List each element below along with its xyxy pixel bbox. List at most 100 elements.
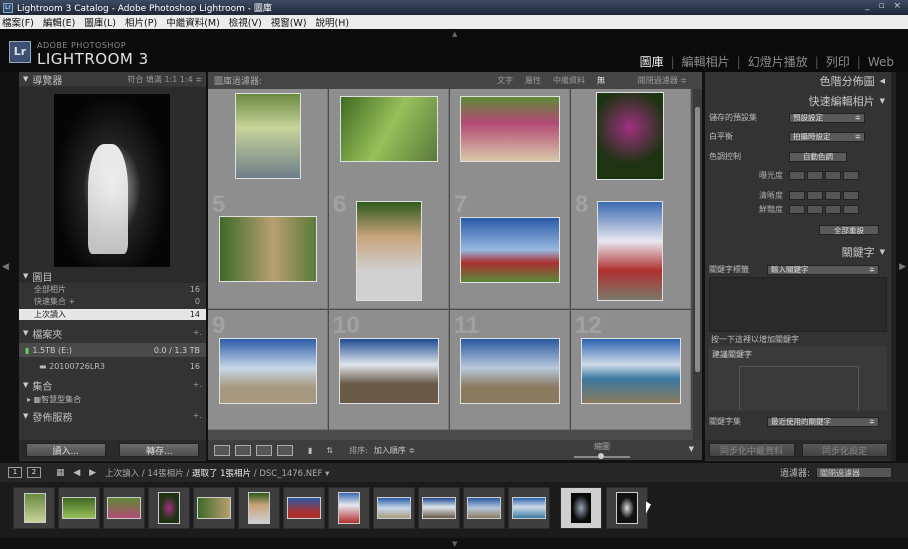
right-panel-scrollbar[interactable] <box>891 72 896 461</box>
module-develop[interactable]: 編輯相片 <box>682 53 730 70</box>
right-panel-toggle-icon[interactable]: ▶ <box>899 262 906 272</box>
filter-preset[interactable]: 關閉過濾器 ≑ <box>638 75 687 86</box>
white-balance-select[interactable]: 拍攝時設定 ≑ <box>789 131 865 142</box>
secondary-display-button[interactable]: 2 <box>27 467 41 478</box>
volume-row[interactable]: ▮ 1.5TB (E:) 0.0 / 1.3 TB <box>19 343 206 357</box>
step-button[interactable] <box>807 191 823 200</box>
catalog-quick-collection[interactable]: 快速集合 + 0 <box>19 296 206 307</box>
step-button[interactable] <box>843 191 859 200</box>
grid-thumbnail[interactable] <box>581 338 681 404</box>
filmstrip-thumb[interactable] <box>193 487 235 529</box>
add-folder-icon[interactable]: +. <box>193 328 202 337</box>
filter-text[interactable]: 文字 <box>497 75 513 86</box>
filmstrip-thumb[interactable] <box>508 487 550 529</box>
menu-window[interactable]: 視窗(W) <box>271 15 307 29</box>
step-button[interactable] <box>825 171 841 180</box>
filmstrip-source[interactable]: 上次讀入 / 14張相片 / 選取了 1張相片 / DSC_1476.NEF ▾ <box>105 467 329 479</box>
filter-none[interactable]: 無 <box>597 75 605 86</box>
step-button[interactable] <box>789 205 805 214</box>
menu-metadata[interactable]: 中繼資料(M) <box>166 15 220 29</box>
step-button[interactable] <box>825 191 841 200</box>
menu-help[interactable]: 說明(H) <box>316 15 350 29</box>
left-panel-toggle-icon[interactable]: ◀ <box>2 262 9 272</box>
sync-metadata-button[interactable]: 同步化中繼資料 <box>708 443 795 457</box>
filmstrip-thumb[interactable] <box>58 487 100 529</box>
step-button[interactable] <box>789 171 805 180</box>
grid-thumbnail[interactable] <box>460 217 560 283</box>
grid-view-icon[interactable] <box>214 444 230 456</box>
navigator-preview[interactable] <box>19 87 206 283</box>
grid-cell[interactable]: 7 <box>450 189 570 309</box>
module-library[interactable]: 圖庫 <box>640 53 664 70</box>
keywording-header[interactable]: 關鍵字 ▼ <box>705 244 891 259</box>
keyword-set-select[interactable]: 最近使用的關鍵字 ≑ <box>767 416 879 427</box>
grid-cell[interactable]: 12 <box>571 310 691 430</box>
grid-cell[interactable]: 8 <box>571 189 691 309</box>
grid-thumbnail[interactable] <box>597 201 663 301</box>
filmstrip-thumb[interactable] <box>373 487 415 529</box>
step-button[interactable] <box>843 205 859 214</box>
grid-thumbnail[interactable] <box>460 338 560 404</box>
grid-scrollbar[interactable] <box>693 89 702 440</box>
bottom-panel-toggle-icon[interactable]: ▼ <box>452 540 457 548</box>
grid-thumbnail[interactable] <box>596 92 664 180</box>
folders-header[interactable]: ▼ 檔案夾 +. <box>19 326 206 341</box>
filmstrip-thumb[interactable] <box>238 487 280 529</box>
grid-thumbnail[interactable] <box>340 96 438 162</box>
sync-settings-button[interactable]: 同步化設定 <box>801 443 888 457</box>
filmstrip-thumb[interactable] <box>283 487 325 529</box>
step-button[interactable] <box>807 205 823 214</box>
navigator-header[interactable]: ▼ 導覽器 符合 填滿 1:1 1:4 ≑ <box>19 72 206 87</box>
filmstrip-thumb[interactable] <box>463 487 505 529</box>
reset-all-button[interactable]: 全部重設 <box>819 225 879 235</box>
survey-view-icon[interactable] <box>277 444 293 456</box>
spray-can-icon[interactable]: ▮ <box>308 446 312 455</box>
catalog-previous-import[interactable]: 上次讀入 14 <box>19 309 206 320</box>
grid-thumbnail[interactable] <box>356 201 422 301</box>
step-button[interactable] <box>843 171 859 180</box>
quick-develop-header[interactable]: 快速編輯相片 ▼ <box>705 93 891 108</box>
saved-preset-select[interactable]: 預設設定 ≑ <box>789 112 865 123</box>
menu-view[interactable]: 檢視(V) <box>229 15 262 29</box>
folder-row[interactable]: ▬ 20100726LR3 16 <box>19 360 206 372</box>
menu-edit[interactable]: 編輯(E) <box>43 15 75 29</box>
keyword-tags-select[interactable]: 輸入關鍵字 ≑ <box>767 264 879 275</box>
grid-thumbnail[interactable] <box>339 338 439 404</box>
toolbar-options-icon[interactable]: ▼ <box>689 445 694 453</box>
filmstrip-thumb[interactable] <box>418 487 460 529</box>
catalog-all-photos[interactable]: 全部相片 16 <box>19 284 206 295</box>
smart-collections-row[interactable]: ▸ ▦ 智慧型集合 <box>19 394 206 405</box>
filmstrip-thumb-selected[interactable] <box>560 487 602 529</box>
filter-metadata[interactable]: 中繼資料 <box>553 75 585 86</box>
catalog-header[interactable]: ▼ 圖目 <box>19 269 206 284</box>
add-collection-icon[interactable]: +. <box>193 380 202 389</box>
grid-cell[interactable]: 11 <box>450 310 570 430</box>
top-panel-toggle-icon[interactable]: ▲ <box>452 30 457 38</box>
scrollbar-thumb[interactable] <box>695 107 700 372</box>
grid-back-forward-icons[interactable]: ▦ ◀ ▶ <box>56 468 99 478</box>
loupe-view-icon[interactable] <box>235 444 251 456</box>
publish-services-header[interactable]: ▼ 發佈服務 +. <box>19 409 206 424</box>
menu-file[interactable]: 檔案(F) <box>2 15 34 29</box>
filter-attribute[interactable]: 屬性 <box>525 75 541 86</box>
keyword-entry-box[interactable] <box>709 277 887 332</box>
step-button[interactable] <box>825 205 841 214</box>
histogram-header[interactable]: 色階分佈圖 ◀ <box>705 73 891 88</box>
filmstrip-thumb[interactable] <box>606 487 648 529</box>
thumbnail-size-slider[interactable] <box>574 453 630 459</box>
step-button[interactable] <box>807 171 823 180</box>
grid-cell[interactable]: 6 <box>329 189 449 309</box>
export-button[interactable]: 轉存... <box>119 443 200 457</box>
step-button[interactable] <box>789 191 805 200</box>
filmstrip-thumb[interactable] <box>13 487 55 529</box>
window-controls[interactable]: _ ▫ × <box>865 1 904 11</box>
grid-thumbnail[interactable] <box>235 93 301 179</box>
grid-thumbnail[interactable] <box>460 96 560 162</box>
filmstrip-thumb[interactable] <box>328 487 370 529</box>
grid-cell[interactable]: 10 <box>329 310 449 430</box>
sort-dropdown[interactable]: 加入順序 ≑ <box>374 445 415 456</box>
filmstrip-thumb[interactable] <box>148 487 190 529</box>
add-publish-icon[interactable]: +. <box>193 411 202 420</box>
grid-cell[interactable]: 5 <box>208 189 328 309</box>
module-print[interactable]: 列印 <box>826 53 850 70</box>
